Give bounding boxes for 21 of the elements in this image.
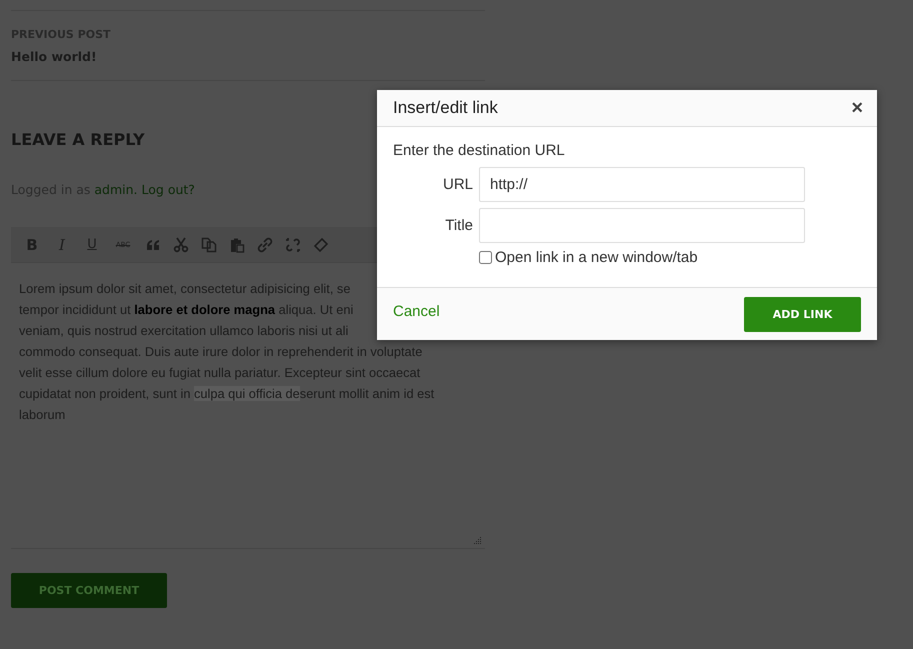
- clipboard-icon[interactable]: [229, 236, 245, 252]
- checkbox[interactable]: [479, 251, 492, 264]
- copy-icon[interactable]: [201, 236, 217, 252]
- cancel-link[interactable]: Cancel: [393, 302, 440, 320]
- checkbox-label: Open link in a new window/tab: [495, 249, 698, 266]
- link-icon[interactable]: [257, 236, 273, 252]
- text-input-field[interactable]: [479, 208, 805, 243]
- instruction-text: Enter the destination URL: [393, 142, 566, 159]
- user-link[interactable]: admin.: [94, 182, 138, 197]
- text-input-field[interactable]: http://: [479, 167, 805, 202]
- field-label: URL: [442, 176, 473, 193]
- add-link-button[interactable]: ADD LINK: [744, 296, 861, 332]
- close-button[interactable]: ×: [849, 98, 865, 118]
- logout-link[interactable]: Log out?: [142, 182, 195, 197]
- field-label: Title: [444, 217, 473, 234]
- scissors-icon[interactable]: [173, 236, 189, 252]
- unlink-icon[interactable]: [285, 236, 301, 252]
- post-comment-button[interactable]: POST COMMENT: [11, 573, 167, 608]
- section-heading: LEAVE A REPLY: [11, 130, 146, 149]
- eraser-icon[interactable]: [313, 236, 329, 252]
- dialog-title: Insert/edit link: [393, 98, 498, 118]
